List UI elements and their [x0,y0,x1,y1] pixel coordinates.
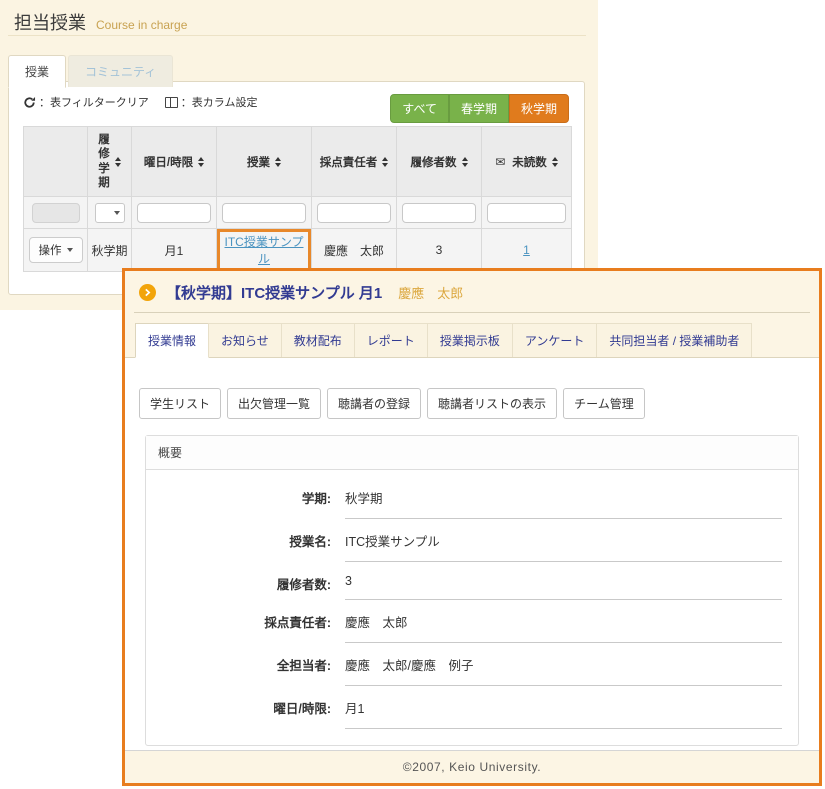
panel-action-row: 学生リスト 出欠管理一覧 聴講者の登録 聴講者リストの表示 チーム管理 [139,388,805,419]
tab-reports[interactable]: レポート [354,323,428,357]
overview-section: 概要 学期: 秋学期 授業名: ITC授業サンプル 履修者数: 3 採点責任者:… [145,435,799,746]
header-unread[interactable]: ✉ 未読数 [482,127,572,197]
field-enrolled: 履修者数: 3 [146,574,782,600]
filter-clear-label: ：表フィルタークリア [39,94,149,110]
field-value: 慶應 太郎 [345,612,782,643]
semester-filter-group: すべて 春学期 秋学期 [390,94,569,123]
field-course-name: 授業名: ITC授業サンプル [146,531,782,562]
grader-filter-input[interactable] [317,203,391,223]
field-value: 秋学期 [345,488,782,519]
table-header-row: 履修学期 曜日/時限 授業 [24,127,572,197]
column-config-control[interactable]: ：表カラム設定 [165,94,258,110]
field-grader: 採点責任者: 慶應 太郎 [146,612,782,643]
field-value: 月1 [345,698,782,729]
sort-icon[interactable] [198,157,204,167]
filter-autumn-button[interactable]: 秋学期 [509,94,569,123]
page-subtitle: Course in charge [96,18,187,32]
auditor-register-button[interactable]: 聴講者の登録 [327,388,421,419]
panel-instructor[interactable]: 慶應 太郎 [398,283,463,302]
tab-survey[interactable]: アンケート [512,323,598,357]
tab-course-info[interactable]: 授業情報 [135,323,209,358]
filter-spring-button[interactable]: 春学期 [449,94,509,123]
student-list-button[interactable]: 学生リスト [139,388,221,419]
cell-enrolled: 3 [397,229,482,272]
team-management-button[interactable]: チーム管理 [563,388,645,419]
field-label: 授業名: [146,531,331,562]
panel-header: 【秋学期】ITC授業サンプル 月1 慶應 太郎 [125,271,819,310]
course-detail-panel: 【秋学期】ITC授業サンプル 月1 慶應 太郎 授業情報 お知らせ 教材配布 レ… [122,268,822,786]
tab-course[interactable]: 授業 [8,55,66,88]
course-table: 履修学期 曜日/時限 授業 [23,126,572,272]
panel-tab-bar: 授業情報 お知らせ 教材配布 レポート 授業掲示板 アンケート 共同担当者 / … [125,313,819,358]
filter-all-button[interactable]: すべて [390,94,449,123]
filter-clear-control[interactable]: ：表フィルタークリア [23,94,149,110]
cell-grader: 慶應 太郎 [312,229,397,272]
page-title: 担当授業 [14,9,86,35]
tab-materials[interactable]: 教材配布 [281,323,355,357]
field-value: 慶應 太郎/慶應 例子 [345,655,782,686]
auditor-list-button[interactable]: 聴講者リストの表示 [427,388,557,419]
header-actions [24,127,88,197]
filter-disabled-box [32,203,80,223]
unread-filter-input[interactable] [487,203,566,223]
panel-content: 学生リスト 出欠管理一覧 聴講者の登録 聴講者リストの表示 チーム管理 概要 学… [125,358,819,750]
course-link-highlight: ITC授業サンプル [217,229,311,271]
field-value: ITC授業サンプル [345,531,782,562]
header-day-period[interactable]: 曜日/時限 [132,127,217,197]
course-link[interactable]: ITC授業サンプル [225,235,304,266]
caret-down-icon [114,211,120,215]
field-day-period: 曜日/時限: 月1 [146,698,782,729]
enrolled-filter-input[interactable] [402,203,476,223]
unread-count-link[interactable]: 1 [523,243,530,257]
chevron-right-icon [139,284,156,301]
semester-filter-select[interactable] [95,203,125,223]
field-label: 学期: [146,488,331,519]
panel-footer: ©2007, Keio University. [125,750,819,783]
columns-icon[interactable] [165,97,178,108]
mail-icon: ✉ [495,155,505,169]
course-filter-input[interactable] [222,203,306,223]
main-tab-bar: 授業 コミュニティ [8,55,173,87]
day-period-filter-input[interactable] [137,203,211,223]
row-action-button[interactable]: 操作 [29,237,83,263]
sort-icon[interactable] [275,157,281,167]
tab-class-board[interactable]: 授業掲示板 [427,323,513,357]
course-list-container: ：表フィルタークリア ：表カラム設定 すべて 春学期 秋学期 履修学期 [8,81,585,295]
header-grader[interactable]: 採点責任者 [312,127,397,197]
table-toolbar: ：表フィルタークリア ：表カラム設定 [23,94,273,110]
tab-co-instructors[interactable]: 共同担当者 / 授業補助者 [596,323,752,357]
header-course[interactable]: 授業 [217,127,312,197]
cell-semester: 秋学期 [88,229,132,272]
sort-icon[interactable] [115,157,121,167]
table-row: 操作 秋学期 月1 ITC授業サンプル 慶應 太郎 3 1 [24,229,572,272]
column-config-label: ：表カラム設定 [181,94,258,110]
tab-announcements[interactable]: お知らせ [208,323,282,357]
header-semester[interactable]: 履修学期 [88,127,132,197]
field-label: 履修者数: [146,574,331,600]
tab-community[interactable]: コミュニティ [68,55,173,87]
header-divider [8,35,586,36]
overview-title: 概要 [146,436,798,470]
field-label: 採点責任者: [146,612,331,643]
sort-icon[interactable] [462,157,468,167]
refresh-icon[interactable] [23,96,36,109]
main-page-background: 担当授業 Course in charge 授業 コミュニティ ：表フィルターク… [0,0,598,310]
table-filter-row [24,197,572,229]
header-enrolled[interactable]: 履修者数 [397,127,482,197]
field-semester: 学期: 秋学期 [146,488,782,519]
caret-down-icon [67,248,73,252]
field-all-instructors: 全担当者: 慶應 太郎/慶應 例子 [146,655,782,686]
panel-title: 【秋学期】ITC授業サンプル 月1 [166,282,382,303]
sort-icon[interactable] [552,157,558,167]
page-header: 担当授業 Course in charge [14,9,187,35]
sort-icon[interactable] [382,157,388,167]
cell-day-period: 月1 [132,229,217,272]
field-label: 曜日/時限: [146,698,331,729]
field-label: 全担当者: [146,655,331,686]
attendance-button[interactable]: 出欠管理一覧 [227,388,321,419]
overview-fields: 学期: 秋学期 授業名: ITC授業サンプル 履修者数: 3 採点責任者: 慶應… [146,470,798,745]
field-value: 3 [345,574,782,600]
